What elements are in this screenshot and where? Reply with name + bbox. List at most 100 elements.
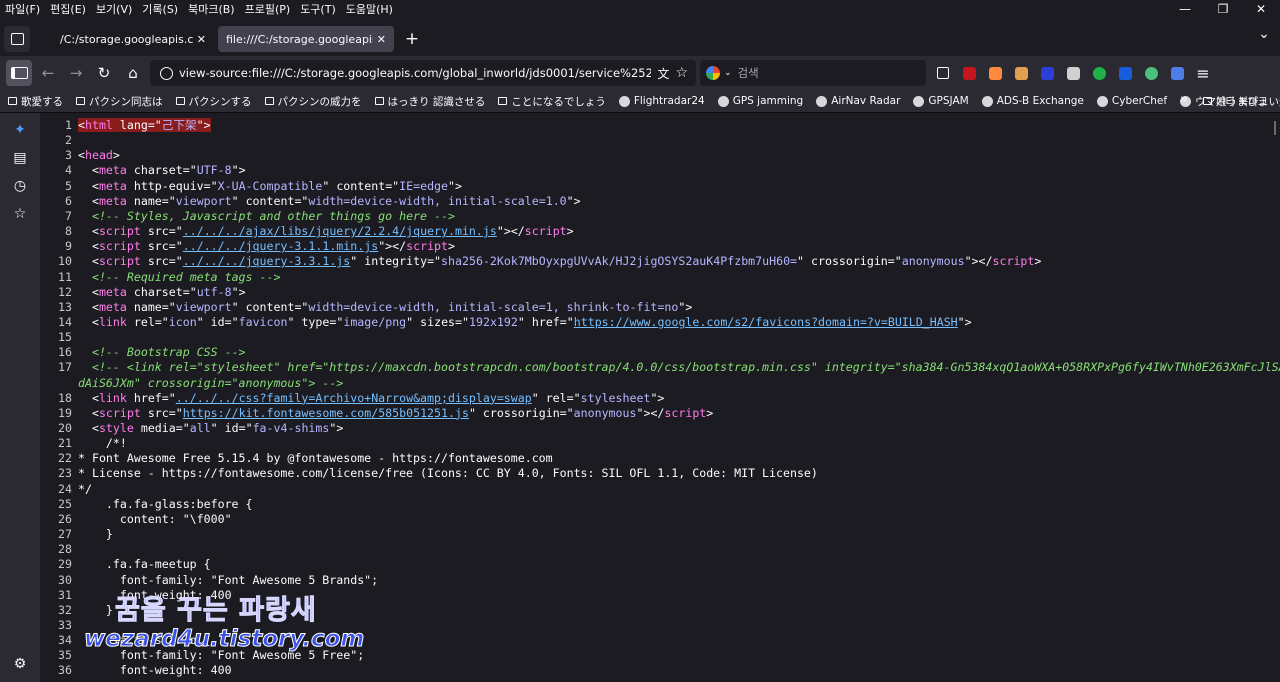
tab-source-1[interactable]: /C:/storage.googleapis.com/gl ✕ [52, 26, 214, 52]
source-code-text: <link href="../../../css?family=Archivo+… [78, 390, 665, 405]
mascot-icon [1014, 66, 1028, 80]
source-code-text: <script src="../../../jquery-3.1.1.min.j… [78, 239, 455, 254]
source-line: 27 } [40, 527, 1275, 542]
bookmark-item[interactable]: GPS jamming [710, 95, 809, 107]
bookmark-folder[interactable]: パクシン同志は [68, 94, 168, 109]
bookmark-folder[interactable]: ことになるでしょう [490, 94, 611, 109]
line-number: 19 [58, 405, 72, 420]
new-tab-button[interactable]: + [402, 28, 422, 50]
search-engine-icon[interactable] [706, 66, 720, 80]
menu-item[interactable]: 프로필(P) [240, 1, 296, 17]
menu-item[interactable]: 북마크(B) [183, 1, 240, 17]
line-number: 18 [58, 390, 72, 405]
bookmarks-star-icon[interactable]: ☆ [6, 200, 34, 228]
bookmark-label: ことになるでしょう [511, 95, 606, 108]
firefox-view-button[interactable] [4, 26, 30, 52]
url-bar[interactable]: view-source:file:///C:/storage.googleapi… [150, 60, 696, 86]
extension-button[interactable] [1138, 60, 1164, 86]
search-bar[interactable]: ⌄ 검색 [700, 60, 926, 86]
maximize-button[interactable]: ❐ [1204, 0, 1242, 18]
bookmark-folder[interactable]: パクシンする [168, 94, 257, 109]
source-line: 21 /*! [40, 436, 1275, 451]
menu-item[interactable]: 도움말(H) [341, 1, 398, 17]
extension-button[interactable] [1060, 60, 1086, 86]
source-line: 24 */ [40, 482, 1275, 497]
search-input[interactable]: 검색 [738, 65, 759, 81]
reload-button[interactable]: ↻ [90, 59, 118, 87]
line-number: 23 [58, 466, 72, 481]
line-number: 31 [58, 587, 72, 602]
sidebar-icon [10, 67, 28, 79]
close-window-button[interactable]: ✕ [1242, 0, 1280, 18]
extension-button[interactable] [930, 60, 956, 86]
bookmark-folder[interactable]: 歌愛する [0, 94, 68, 109]
extension-button[interactable] [1164, 60, 1190, 86]
source-line: 29 .fa.fa-meetup { [40, 557, 1275, 572]
line-number: 9 [65, 239, 72, 254]
translate-page-icon[interactable]: 文 [657, 65, 669, 82]
site-favicon-icon [981, 95, 993, 107]
tab-source-2[interactable]: file:///C:/storage.googleapis.com/g ✕ [218, 26, 394, 52]
extension-button[interactable] [1086, 60, 1112, 86]
back-button[interactable]: ← [34, 59, 62, 87]
bookmark-label: AirNav Radar [831, 95, 901, 107]
menu-item[interactable]: 도구(T) [295, 1, 341, 17]
bookmark-star-icon[interactable]: ☆ [675, 65, 688, 81]
synced-tabs-icon[interactable]: ▤ [6, 144, 34, 172]
source-line: 23 * License - https://fontawesome.com/li… [40, 466, 1275, 481]
sidebar: ✦ ▤ ◷ ☆ ⚙ [0, 113, 40, 682]
ai-chatbot-icon[interactable]: ✦ [6, 116, 34, 144]
source-line: 8 <script src="../../../ajax/libs/jquery… [40, 224, 1275, 239]
tab-close-icon[interactable]: ✕ [377, 33, 386, 46]
sidebar-toggle-button[interactable] [6, 60, 32, 86]
menu-item[interactable]: 편집(E) [45, 1, 91, 17]
bookmark-folder[interactable]: パクシンの威力を [257, 94, 367, 109]
home-button[interactable]: ⌂ [119, 59, 147, 87]
bookmark-folder[interactable]: はっきり 認識させる [367, 94, 491, 109]
tab-list-button[interactable]: ⌄ [1254, 26, 1274, 48]
source-code-text: */ [78, 481, 92, 496]
line-number: 2 [65, 133, 72, 148]
tab-close-icon[interactable]: ✕ [197, 33, 206, 46]
history-icon[interactable]: ◷ [6, 172, 34, 200]
source-code-text: * Font Awesome Free 5.15.4 by @fontaweso… [78, 451, 553, 466]
bookmarks-overflow-button[interactable]: » [1180, 92, 1188, 107]
bitwarden-icon [1118, 66, 1132, 80]
other-bookmarks-folder[interactable]: 기타 북마크 [1203, 90, 1268, 112]
page-info-icon[interactable] [160, 66, 173, 80]
source-code-text: <style media="all" id="fa-v4-shims"> [78, 421, 344, 435]
bookmark-item[interactable]: GPSJAM [905, 95, 973, 107]
bookmark-item[interactable]: ADS-B Exchange [974, 95, 1089, 107]
menu-item[interactable]: 파일(F) [0, 1, 45, 17]
source-line: 18 <link href="../../../css?family=Archi… [40, 391, 1275, 406]
source-line: 15 [40, 330, 1275, 345]
source-line: 25 .fa.fa-glass:before { [40, 497, 1275, 512]
line-number: 33 [58, 617, 72, 632]
menu-item[interactable]: 기록(S) [137, 1, 183, 17]
extension-button[interactable] [956, 60, 982, 86]
bookmark-item[interactable]: AirNav Radar [808, 95, 905, 107]
folder-icon [175, 97, 185, 105]
line-number: 29 [58, 557, 72, 572]
minimize-button[interactable]: — [1166, 0, 1204, 18]
extension-button[interactable] [1008, 60, 1034, 86]
source-line: 3 <head> [40, 148, 1275, 163]
source-line: 28 [40, 542, 1275, 557]
bookmark-item[interactable]: Flightradar24 [611, 95, 710, 107]
source-line: 17 <!-- <link rel="stylesheet" href="htt… [40, 360, 1280, 375]
extension-button[interactable]: ≡ [1190, 60, 1216, 86]
extension-button[interactable] [1112, 60, 1138, 86]
forward-button[interactable]: → [62, 59, 90, 87]
url-text[interactable]: view-source:file:///C:/storage.googleapi… [179, 66, 651, 80]
bookmarks-toolbar: 歌愛する パクシン同志は パクシンする パクシンの威力を はっきり 認識させる ことになる… [0, 90, 1280, 113]
settings-gear-icon[interactable]: ⚙ [6, 650, 34, 678]
extension-button[interactable] [1034, 60, 1060, 86]
chevron-down-icon[interactable]: ⌄ [724, 68, 732, 78]
menu-item[interactable]: 보기(V) [91, 1, 137, 17]
line-number: 22 [58, 451, 72, 466]
bookmark-item[interactable]: CyberChef [1089, 95, 1172, 107]
extension-button[interactable] [982, 60, 1008, 86]
bookmark-label: パクシンの威力を [277, 95, 362, 108]
menu-icon: ≡ [1196, 63, 1210, 83]
bookmark-label: Flightradar24 [633, 95, 705, 107]
